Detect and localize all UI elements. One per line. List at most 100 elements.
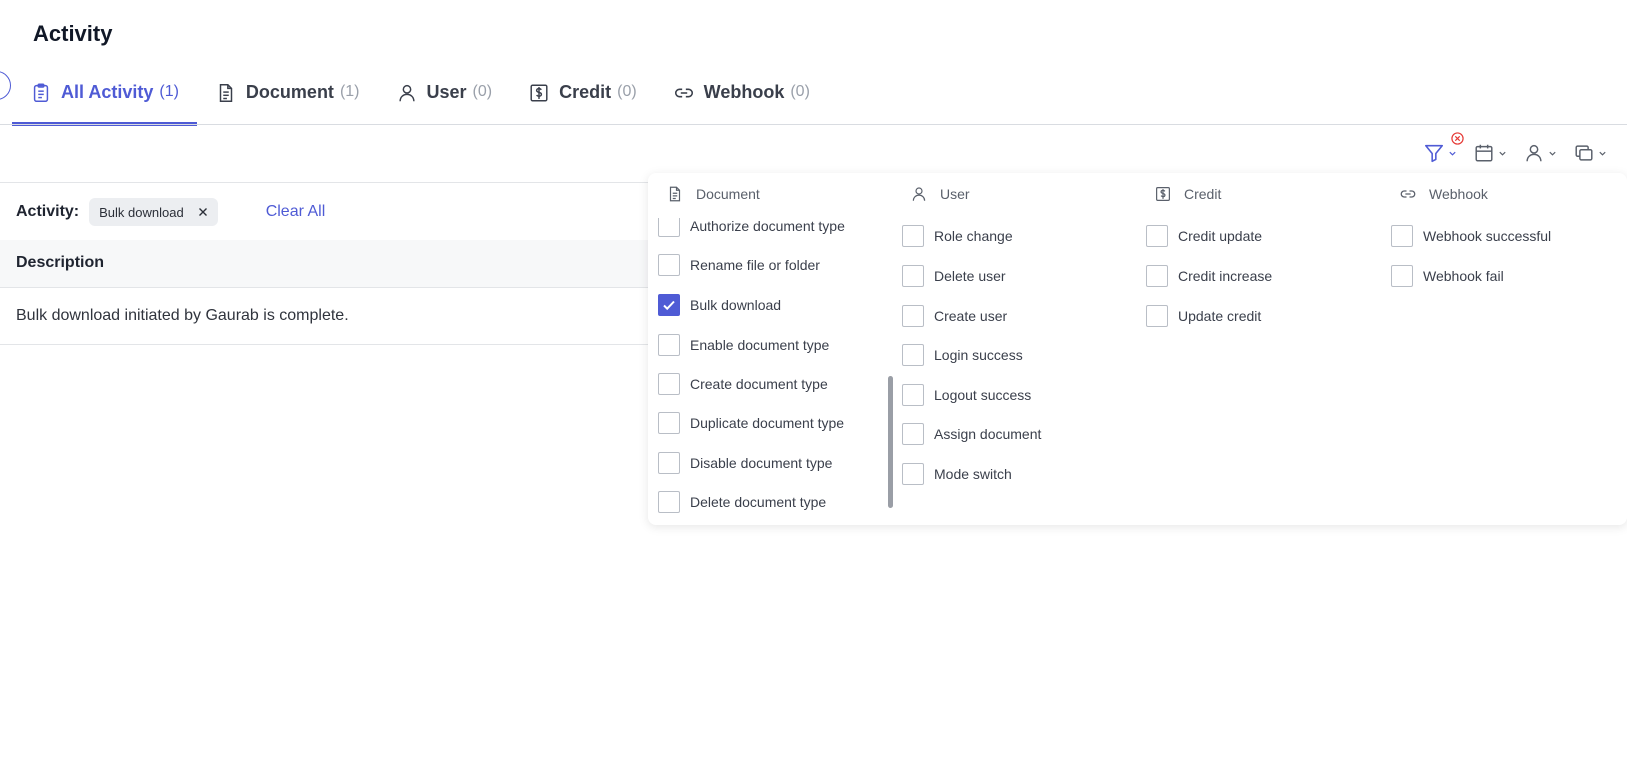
active-filters: Activity: Bulk download Clear All: [16, 198, 325, 226]
tab-webhook[interactable]: Webhook (0): [655, 76, 828, 126]
option-role-change[interactable]: Role change: [902, 225, 1013, 247]
column-heading-webhook: Webhook: [1399, 185, 1488, 203]
option-label: Delete user: [934, 268, 1006, 284]
page-title: Activity: [33, 21, 113, 46]
tab-count: (1): [159, 83, 179, 100]
option-delete-user[interactable]: Delete user: [902, 265, 1006, 287]
document-icon: [669, 186, 681, 202]
checkbox[interactable]: [1391, 225, 1413, 247]
toolbar-divider: [0, 182, 652, 183]
option-delete-document-type[interactable]: Delete document type: [658, 491, 826, 513]
checkbox[interactable]: [902, 463, 924, 485]
option-label: Enable document type: [690, 337, 830, 353]
option-rename-file-or-folder[interactable]: Rename file or folder: [658, 254, 820, 276]
checkbox[interactable]: [902, 265, 924, 287]
checkbox[interactable]: [658, 254, 680, 276]
option-bulk-download[interactable]: Bulk download: [658, 294, 781, 316]
clear-filter-badge-icon[interactable]: [1451, 132, 1464, 145]
checkbox[interactable]: [902, 225, 924, 247]
option-label: Login success: [934, 347, 1023, 363]
table-row[interactable]: Bulk download initiated by Gaurab is com…: [0, 289, 652, 345]
tab-user[interactable]: User (0): [378, 76, 511, 126]
checkbox[interactable]: [658, 491, 680, 513]
table-cell-description: Bulk download initiated by Gaurab is com…: [16, 307, 349, 324]
option-label: Duplicate document type: [690, 415, 845, 431]
option-authorize-document-type[interactable]: Authorize document type: [658, 218, 845, 237]
copy-icon: [1575, 145, 1593, 161]
option-credit-increase[interactable]: Credit increase: [1146, 265, 1272, 287]
checkbox[interactable]: [1391, 265, 1413, 287]
chevron-down-icon: [1499, 151, 1506, 156]
checkmark-icon: [663, 300, 675, 311]
checkbox[interactable]: [1146, 305, 1168, 327]
checkbox[interactable]: [902, 344, 924, 366]
link-icon: [1400, 190, 1416, 198]
document-icon: [219, 84, 233, 102]
option-create-document-type[interactable]: Create document type: [658, 373, 828, 395]
option-label: Delete document type: [690, 494, 827, 510]
option-label: Webhook successful: [1423, 228, 1552, 244]
option-assign-document[interactable]: Assign document: [902, 423, 1041, 445]
option-webhook-successful[interactable]: Webhook successful: [1391, 225, 1551, 247]
option-login-success[interactable]: Login success: [902, 344, 1023, 366]
checkbox-checked[interactable]: [658, 294, 680, 316]
webhook-filter-column: Webhook Webhook successful Webhook fail: [1383, 173, 1627, 525]
filter-chip: Bulk download: [89, 198, 218, 226]
option-label: Disable document type: [690, 455, 833, 471]
checkbox[interactable]: [658, 334, 680, 356]
checkbox[interactable]: [658, 452, 680, 474]
option-update-credit[interactable]: Update credit: [1146, 305, 1261, 327]
option-label: Update credit: [1178, 308, 1262, 324]
option-duplicate-document-type[interactable]: Duplicate document type: [658, 412, 844, 434]
option-label: Create user: [934, 308, 1008, 324]
filter-label: Activity:: [16, 203, 80, 220]
checkbox[interactable]: [902, 423, 924, 445]
close-icon[interactable]: [198, 207, 208, 217]
chevron-down-icon: [1549, 151, 1556, 156]
option-label: Bulk download: [690, 297, 782, 313]
user-icon: [1526, 144, 1542, 162]
option-credit-update[interactable]: Credit update: [1146, 225, 1262, 247]
option-mode-switch[interactable]: Mode switch: [902, 463, 1012, 485]
option-enable-document-type[interactable]: Enable document type: [658, 334, 829, 356]
filter-button[interactable]: [1423, 132, 1464, 164]
option-label: Role change: [934, 228, 1013, 244]
tab-count: (0): [472, 83, 493, 100]
checkbox[interactable]: [658, 373, 680, 395]
option-label: Assign document: [934, 426, 1042, 442]
clear-all-button[interactable]: Clear All: [266, 203, 326, 221]
date-range-button[interactable]: [1473, 142, 1507, 164]
option-webhook-fail[interactable]: Webhook fail: [1391, 265, 1504, 287]
option-label: Mode switch: [934, 466, 1012, 482]
option-logout-success[interactable]: Logout success: [902, 384, 1031, 406]
column-heading-label: User: [940, 186, 970, 202]
filter-chip-label: Bulk download: [99, 204, 184, 220]
document-options-list[interactable]: Authorize document type Rename file or f…: [648, 218, 890, 525]
tab-all-activity[interactable]: All Activity (1): [12, 76, 197, 126]
tab-label: Document: [245, 82, 334, 102]
link-icon: [674, 88, 693, 98]
option-label: Credit increase: [1178, 268, 1273, 284]
calendar-icon: [1475, 144, 1493, 162]
tab-count: (1): [339, 83, 360, 100]
option-create-user[interactable]: Create user: [902, 305, 1007, 327]
option-disable-document-type[interactable]: Disable document type: [658, 452, 832, 474]
user-icon: [912, 187, 926, 201]
dollar-icon: [530, 84, 548, 102]
checkbox[interactable]: [658, 218, 680, 237]
option-label: Authorize document type: [690, 218, 845, 234]
checkbox[interactable]: [1146, 225, 1168, 247]
scrollbar-thumb[interactable]: [888, 376, 893, 508]
checkbox[interactable]: [902, 384, 924, 406]
tab-label: User: [426, 82, 467, 102]
checkbox[interactable]: [658, 412, 680, 434]
tab-credit[interactable]: Credit (0): [510, 76, 655, 126]
user-filter-button[interactable]: [1523, 142, 1557, 164]
option-label: Webhook fail: [1423, 268, 1504, 284]
table-header: Description: [0, 240, 652, 288]
workspace-button[interactable]: [1573, 142, 1607, 164]
checkbox[interactable]: [1146, 265, 1168, 287]
tab-document[interactable]: Document (1): [197, 76, 378, 126]
checkbox[interactable]: [902, 305, 924, 327]
sidebar-toggle-button[interactable]: [0, 71, 11, 100]
